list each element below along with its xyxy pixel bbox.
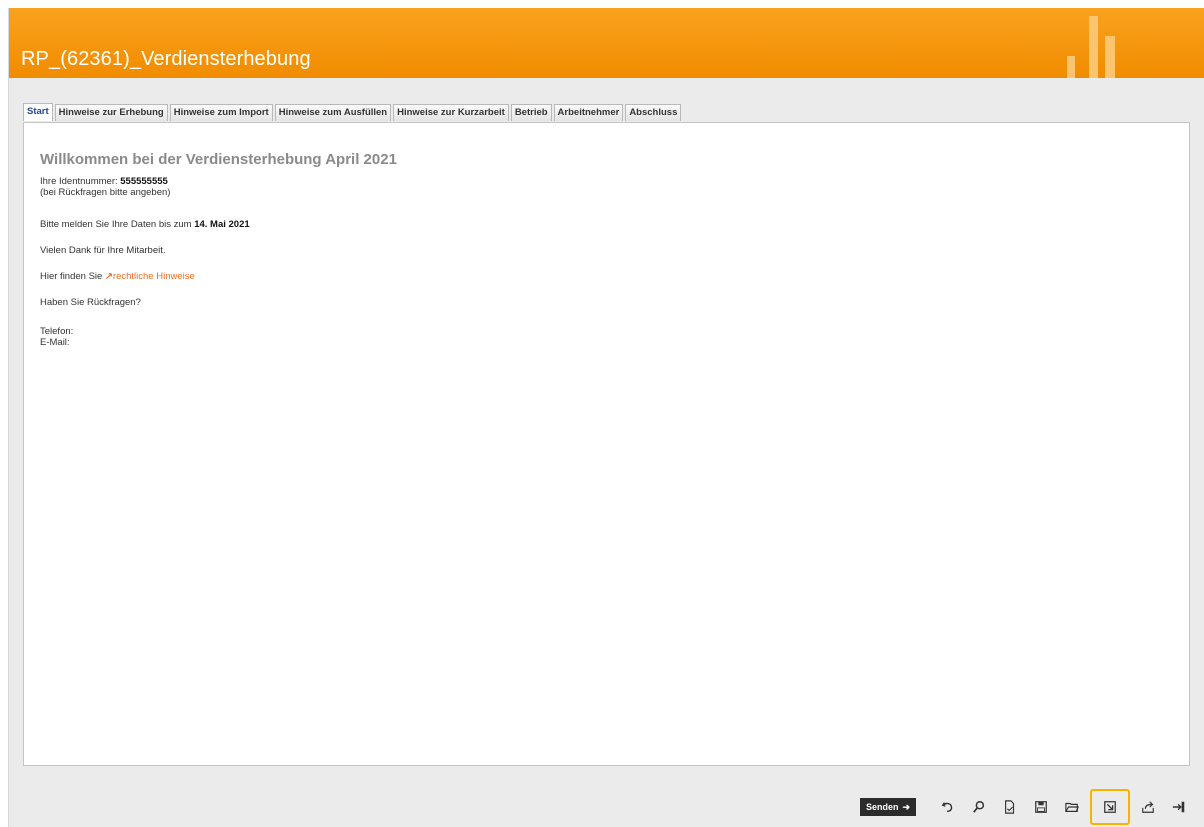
open-button[interactable] (1059, 794, 1085, 820)
legal-notes-link[interactable]: rechtliche Hinweise (113, 271, 195, 282)
legal-line: Hier finden Sie ↗rechtliche Hinweise (40, 271, 195, 282)
search-icon (973, 801, 985, 813)
check-document-button[interactable] (997, 794, 1023, 820)
ident-line: Ihre Identnummer: 555555555 (40, 176, 168, 187)
search-button[interactable] (966, 794, 992, 820)
deadline-date: 14. Mai 2021 (194, 219, 250, 230)
content-panel: Willkommen bei der Verdiensterhebung Apr… (23, 122, 1190, 766)
undo-icon (941, 802, 953, 813)
header-bar: RP_(62361)_Verdiensterhebung (9, 8, 1204, 78)
tab-bar: Start Hinweise zur Erhebung Hinweise zum… (23, 103, 683, 121)
tab-hinweise-kurzarbeit[interactable]: Hinweise zur Kurzarbeit (393, 104, 509, 121)
open-folder-icon (1065, 802, 1079, 812)
import-button[interactable] (1090, 789, 1130, 825)
thanks-text: Vielen Dank für Ihre Mitarbeit. (40, 245, 166, 256)
app-window: RP_(62361)_Verdiensterhebung Start Hinwe… (8, 8, 1204, 827)
tab-hinweise-ausfuellen[interactable]: Hinweise zum Ausfüllen (274, 104, 392, 121)
ident-value: 555555555 (120, 176, 168, 187)
tab-hinweise-erhebung[interactable]: Hinweise zur Erhebung (54, 104, 168, 121)
page-title: Willkommen bei der Verdiensterhebung Apr… (40, 151, 397, 168)
tab-hinweise-import[interactable]: Hinweise zum Import (169, 104, 273, 121)
save-button[interactable] (1028, 794, 1054, 820)
exit-button[interactable] (1166, 794, 1192, 820)
arrow-right-icon: ➜ (902, 802, 910, 812)
questions-text: Haben Sie Rückfragen? (40, 297, 141, 308)
export-icon (1142, 801, 1154, 813)
tab-betrieb[interactable]: Betrieb (510, 104, 552, 121)
tab-start[interactable]: Start (23, 103, 53, 121)
bottom-toolbar: Senden ➜ (859, 789, 1192, 825)
save-icon (1035, 801, 1047, 813)
tab-abschluss[interactable]: Abschluss (625, 104, 682, 121)
legal-prefix: Hier finden Sie (40, 271, 103, 282)
send-button[interactable]: Senden ➜ (859, 798, 916, 816)
deadline-text: Bitte melden Sie Ihre Daten bis zum (40, 219, 192, 230)
import-icon (1104, 801, 1116, 813)
ident-label: Ihre Identnummer: (40, 176, 118, 187)
check-document-icon (1005, 800, 1015, 814)
ident-note: (bei Rückfragen bitte angeben) (40, 187, 171, 198)
export-button[interactable] (1135, 794, 1161, 820)
undo-button[interactable] (935, 794, 961, 820)
send-label: Senden (865, 802, 899, 812)
deadline-line: Bitte melden Sie Ihre Daten bis zum 14. … (40, 219, 250, 230)
exit-icon (1172, 801, 1185, 813)
phone-label: Telefon: (40, 326, 74, 337)
email-label: E-Mail: (40, 337, 70, 348)
tab-arbeitnehmer[interactable]: Arbeitnehmer (553, 104, 624, 121)
external-link-icon: ↗ (104, 271, 113, 282)
app-title: RP_(62361)_Verdiensterhebung (21, 48, 311, 70)
